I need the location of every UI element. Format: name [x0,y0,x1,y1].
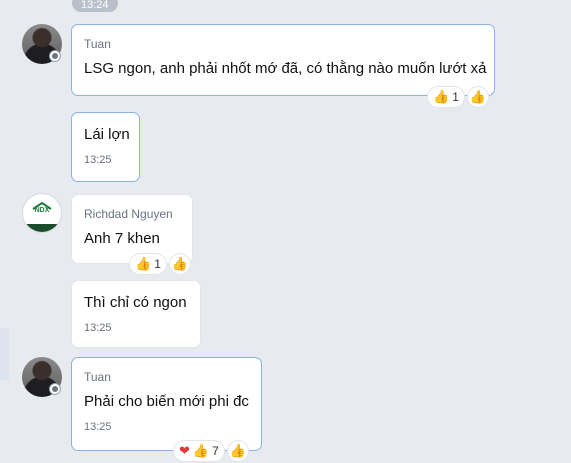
reaction-count: 1 [154,257,161,271]
message-bubble[interactable]: Tuan Phải cho biến mới phi đc 13:25 [71,357,262,451]
reaction-summary[interactable]: ❤ 👍 7 [174,441,224,461]
ndx-logo-text: NDX [34,207,50,214]
message-text: Thì chỉ có ngon [84,294,187,311]
add-reaction-button[interactable]: 👍 [467,87,488,107]
sender-name: Tuan [84,370,111,384]
reaction-count: 1 [452,90,459,104]
message-bubble[interactable]: Thì chỉ có ngon 13:25 [71,280,201,348]
side-panel-edge [0,328,9,380]
message-bubble[interactable]: Tuan LSG ngon, anh phải nhốt mớ đã, có t… [71,24,495,96]
message-text: Anh 7 khen [84,230,160,247]
reaction-bar: 👍 1 👍 [428,87,488,107]
reaction-summary[interactable]: 👍 1 [428,87,464,107]
reaction-count: 7 [212,444,219,458]
add-reaction-button[interactable]: 👍 [169,254,190,274]
reaction-bar: 👍 1 👍 [130,254,190,274]
thumbs-up-icon: 👍 [192,443,210,458]
reaction-summary[interactable]: 👍 1 [130,254,166,274]
thumbs-up-icon: 👍 [433,89,450,104]
message-time: 13:25 [84,154,112,166]
time-divider: 13:24 [72,0,118,12]
thumbs-up-icon: 👍 [135,256,152,271]
avatar-status-badge [49,50,61,62]
thumbs-up-icon: 👍 [171,256,188,271]
thumbs-up-icon: 👍 [229,443,246,458]
ndx-logo-bar [23,224,61,232]
message-text: Phải cho biến mới phi đc [84,393,249,410]
reaction-bar: ❤ 👍 7 👍 [174,441,248,461]
message-time: 13:25 [84,421,112,433]
add-reaction-button[interactable]: 👍 [227,441,248,461]
thumbs-up-icon: 👍 [469,89,486,104]
avatar-richdad-nguyen[interactable]: NDX [22,193,62,233]
sender-name: Tuan [84,37,111,51]
heart-icon: ❤ [179,443,190,458]
avatar-status-badge [49,383,61,395]
message-text: Lái lợn [84,126,130,143]
message-time: 13:25 [84,322,112,334]
sender-name: Richdad Nguyen [84,207,173,221]
message-bubble[interactable]: Lái lợn 13:25 [71,112,140,182]
message-text: LSG ngon, anh phải nhốt mớ đã, có thằng … [84,60,487,77]
